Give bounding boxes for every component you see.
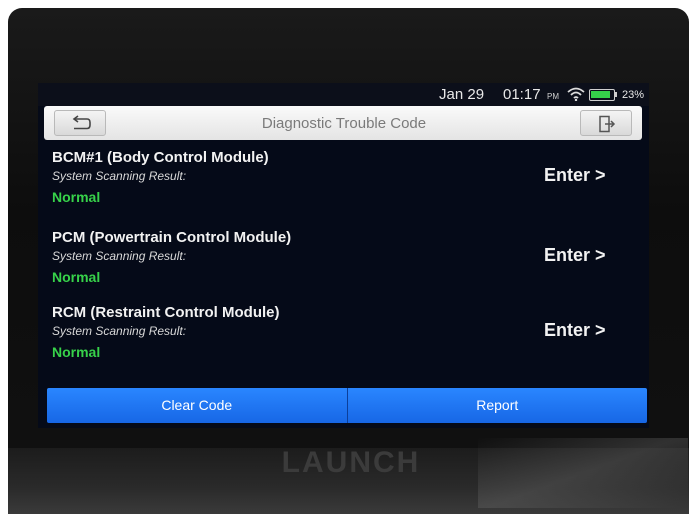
partial-list-item[interactable]: ACM (Audio Control Module): [52, 377, 257, 385]
report-button[interactable]: Report: [347, 388, 647, 423]
module-result-label: System Scanning Result:: [52, 324, 187, 338]
page-title: Diagnostic Trouble Code: [261, 115, 427, 132]
enter-button[interactable]: Enter >: [544, 245, 606, 266]
module-name: BCM#1 (Body Control Module): [52, 149, 269, 166]
battery-tip: [615, 92, 617, 97]
status-bar: Jan 29 01:17 PM 23%: [38, 83, 649, 106]
module-status: Normal: [52, 269, 101, 285]
back-arrow-icon: [72, 115, 91, 130]
status-time: 01:17: [503, 86, 541, 103]
status-ampm: PM: [547, 92, 559, 101]
bottom-action-bar: Clear Code Report: [47, 388, 647, 423]
module-name: RCM (Restraint Control Module): [52, 304, 280, 321]
enter-button[interactable]: Enter >: [544, 165, 606, 186]
brand-logo: LAUNCH: [281, 446, 421, 479]
enter-button[interactable]: Enter >: [544, 320, 606, 341]
module-result-label: System Scanning Result:: [52, 249, 187, 263]
wifi-icon: [567, 87, 585, 102]
back-button[interactable]: [54, 110, 106, 136]
clear-code-button[interactable]: Clear Code: [47, 388, 348, 423]
module-list[interactable]: BCM#1 (Body Control Module) System Scann…: [38, 145, 649, 385]
module-status: Normal: [52, 189, 101, 205]
exit-icon: [599, 115, 616, 133]
module-status: Normal: [52, 344, 101, 360]
list-item[interactable]: RCM (Restraint Control Module) System Sc…: [38, 300, 649, 378]
battery-icon: [589, 89, 615, 101]
title-bar: Diagnostic Trouble Code: [44, 106, 642, 140]
module-result-label: System Scanning Result:: [52, 169, 187, 183]
module-name: PCM (Powertrain Control Module): [52, 229, 292, 246]
list-item[interactable]: BCM#1 (Body Control Module) System Scann…: [38, 145, 649, 223]
list-item[interactable]: PCM (Powertrain Control Module) System S…: [38, 225, 649, 303]
status-battery-percent: 23%: [622, 89, 645, 101]
battery-fill: [591, 91, 610, 98]
bezel-glare: [478, 438, 688, 508]
exit-button[interactable]: [580, 110, 632, 136]
status-date: Jan 29: [439, 86, 485, 103]
device-screen: Jan 29 01:17 PM 23% Diagnostic Trouble C…: [38, 83, 649, 428]
